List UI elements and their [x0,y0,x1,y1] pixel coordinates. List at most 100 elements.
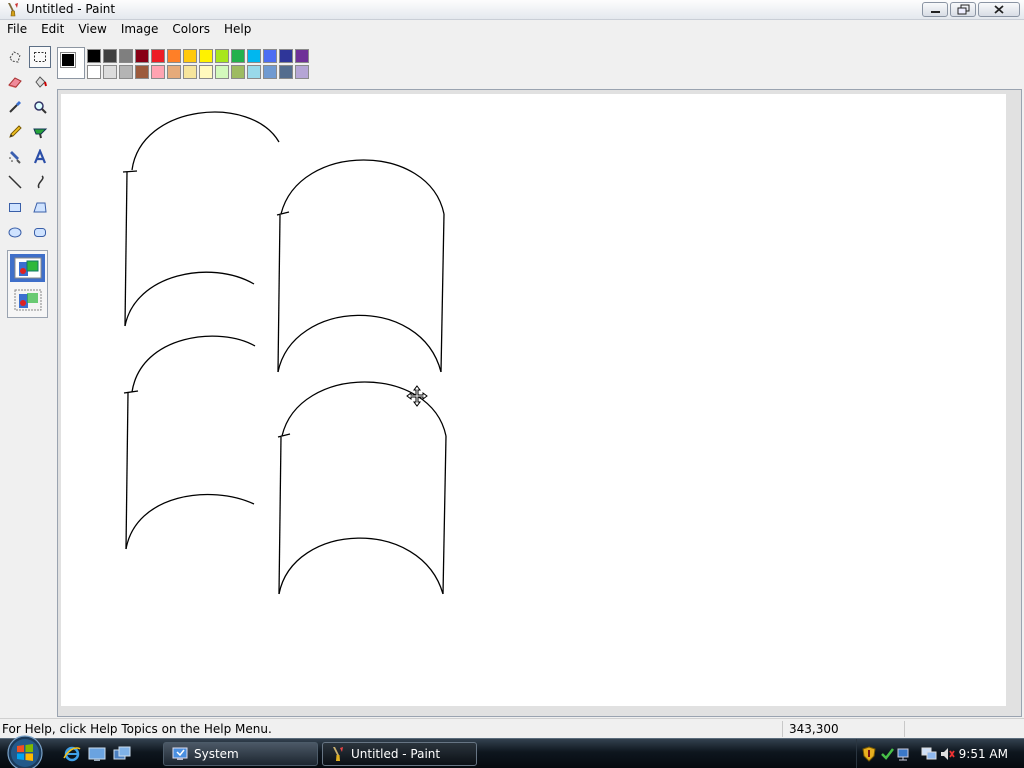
color-swatch[interactable] [183,49,197,63]
stroke-4-right-line [442,435,447,595]
monitor-icon[interactable] [921,746,937,762]
tool-curve[interactable] [29,171,51,193]
tool-options [7,250,48,318]
tool-magnifier[interactable] [29,96,51,118]
taskbar-button-system[interactable]: System [163,742,318,766]
taskbar-clock: 9:51 AM [958,747,1008,761]
show-desktop-icon[interactable] [87,745,107,763]
security-check-icon[interactable] [879,746,895,762]
color-swatch[interactable] [119,65,133,79]
minimize-button[interactable] [922,2,948,17]
color-swatch[interactable] [295,65,309,79]
paint-bucket-icon [35,76,47,88]
color-swatch[interactable] [167,49,181,63]
title-bar[interactable]: Untitled - Paint [0,0,1024,20]
current-colors[interactable] [57,47,85,79]
maximize-button[interactable] [950,2,976,17]
opaque-selection-icon [14,257,41,279]
color-swatch[interactable] [199,49,213,63]
tool-fill-with-color[interactable] [29,71,51,93]
stroke-3-left-line [125,392,129,550]
menu-edit[interactable]: Edit [34,20,71,40]
maximize-icon [957,4,970,15]
system-tray: 9:51 AM [856,739,1024,768]
stroke-2-tick [276,211,290,216]
stroke-4-bottom-arc [278,537,444,595]
tool-text[interactable] [29,146,51,168]
tool-airbrush[interactable] [4,146,26,168]
tool-rectangle[interactable] [4,196,26,218]
color-swatch[interactable] [247,65,261,79]
status-separator [782,721,783,737]
color-swatch[interactable] [199,65,213,79]
stroke-1-top-arc [131,111,280,171]
tool-pick-color[interactable] [4,96,26,118]
shield-icon[interactable] [861,746,877,762]
tool-polygon[interactable] [29,196,51,218]
status-separator [904,721,905,737]
stroke-4-tick [277,433,291,438]
color-swatch[interactable] [295,49,309,63]
color-swatch[interactable] [263,49,277,63]
transparent-selection-option[interactable] [10,286,45,314]
menu-file[interactable]: File [0,20,34,40]
tool-brush[interactable] [29,121,51,143]
opaque-selection-option[interactable] [10,254,45,282]
stroke-2-bottom-arc [277,314,442,373]
color-swatch[interactable] [87,49,101,63]
color-swatch[interactable] [167,65,181,79]
menu-help[interactable]: Help [217,20,258,40]
tool-free-form-select[interactable] [4,46,26,68]
tool-rounded-rectangle[interactable] [29,221,51,243]
menu-image[interactable]: Image [114,20,166,40]
tool-select[interactable] [29,46,51,68]
color-swatch[interactable] [231,65,245,79]
color-swatch[interactable] [231,49,245,63]
color-swatch[interactable] [247,49,261,63]
airbrush-icon [9,151,21,164]
color-swatch[interactable] [215,65,229,79]
taskbar-button-paint[interactable]: Untitled - Paint [322,742,477,766]
color-swatch[interactable] [151,65,165,79]
tool-pencil[interactable] [4,121,26,143]
window-title: Untitled - Paint [26,2,116,16]
color-swatch[interactable] [119,49,133,63]
internet-explorer-icon[interactable] [62,745,82,763]
drawing-strokes [122,111,447,595]
color-swatch[interactable] [103,49,117,63]
color-swatch[interactable] [103,65,117,79]
tool-ellipse[interactable] [4,221,26,243]
color-swatch[interactable] [87,65,101,79]
color-swatch[interactable] [135,49,149,63]
color-swatch[interactable] [279,49,293,63]
pencil-icon [9,125,22,138]
menu-colors[interactable]: Colors [165,20,217,40]
taskbar: System Untitled - Paint 9:51 AM [0,735,1024,768]
color-swatch[interactable] [151,49,165,63]
color-swatch[interactable] [263,65,277,79]
switch-windows-icon[interactable] [112,745,132,763]
menu-view[interactable]: View [71,20,113,40]
stroke-1-tick [122,170,138,173]
stroke-1-left-line [124,171,128,327]
color-swatch[interactable] [279,65,293,79]
tool-eraser[interactable] [4,71,26,93]
curve-icon [37,175,44,189]
taskbar-button-label: Untitled - Paint [351,747,441,761]
volume-muted-icon[interactable] [939,746,955,762]
color-swatch[interactable] [183,65,197,79]
cursor-coordinates: 343,300 [789,722,839,736]
tool-line[interactable] [4,171,26,193]
network-icon[interactable] [895,746,911,762]
drawing-canvas[interactable] [61,94,1006,706]
quick-launch [62,745,132,763]
start-button[interactable] [2,733,48,768]
toolbox [0,42,56,717]
rounded-rectangle-icon [34,228,46,237]
color-swatch[interactable] [215,49,229,63]
transparent-selection-icon [14,289,41,311]
color-swatch[interactable] [135,65,149,79]
close-button[interactable] [978,2,1020,17]
brush-icon [33,128,48,139]
windows-start-orb-icon [7,735,43,768]
